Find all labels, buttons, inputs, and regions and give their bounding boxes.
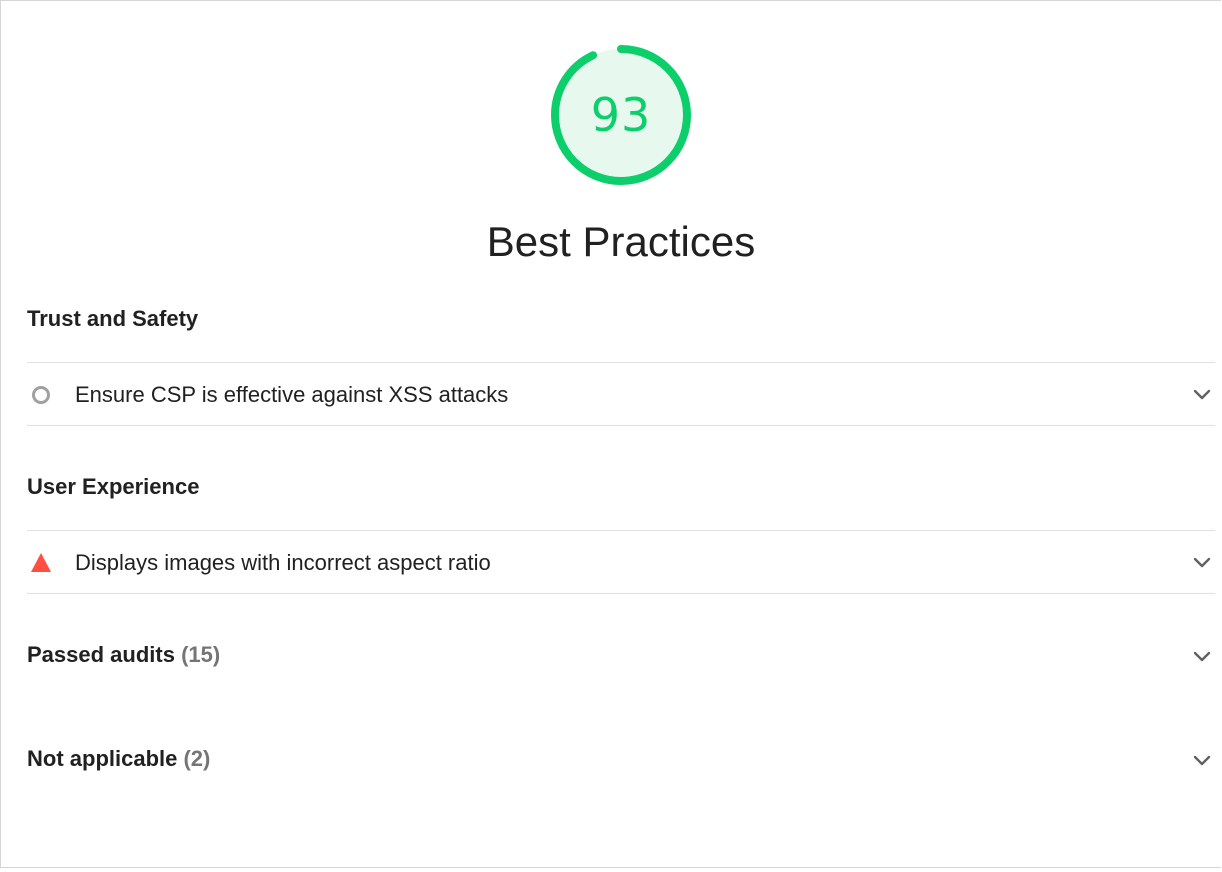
not-applicable-label: Not applicable — [27, 746, 178, 771]
not-applicable-count: (2) — [183, 746, 211, 771]
audit-row-csp-xss[interactable]: Ensure CSP is effective against XSS atta… — [27, 363, 1215, 425]
chevron-down-icon[interactable] — [1191, 383, 1213, 405]
divider — [27, 425, 1215, 426]
audit-label: Displays images with incorrect aspect ra… — [75, 550, 491, 575]
chevron-down-icon[interactable] — [1191, 551, 1213, 573]
score-value: 93 — [590, 88, 652, 142]
audit-row-image-aspect-ratio[interactable]: Displays images with incorrect aspect ra… — [27, 531, 1215, 593]
group-title-trust-and-safety: Trust and Safety — [27, 306, 199, 331]
not-applicable-toggle[interactable]: Not applicable (2) — [27, 739, 1215, 779]
passed-audits-label: Passed audits — [27, 642, 175, 667]
report-panel: 93 Best Practices Trust and Safety Ensur… — [0, 0, 1221, 868]
passed-audits-title: Passed audits (15) — [27, 641, 220, 669]
group-title-user-experience: User Experience — [27, 474, 200, 499]
circle-outline-icon — [32, 386, 50, 404]
passed-audits-toggle[interactable]: Passed audits (15) — [27, 635, 1215, 675]
not-applicable-title: Not applicable (2) — [27, 745, 210, 773]
category-title: Best Practices — [486, 218, 756, 265]
score-gauge[interactable]: 93 — [547, 41, 695, 189]
passed-audits-count: (15) — [181, 642, 221, 667]
chevron-down-icon[interactable] — [1191, 645, 1213, 667]
red-triangle-icon — [31, 553, 51, 572]
audit-label: Ensure CSP is effective against XSS atta… — [75, 382, 509, 407]
divider — [27, 593, 1215, 594]
chevron-down-icon[interactable] — [1191, 749, 1213, 771]
